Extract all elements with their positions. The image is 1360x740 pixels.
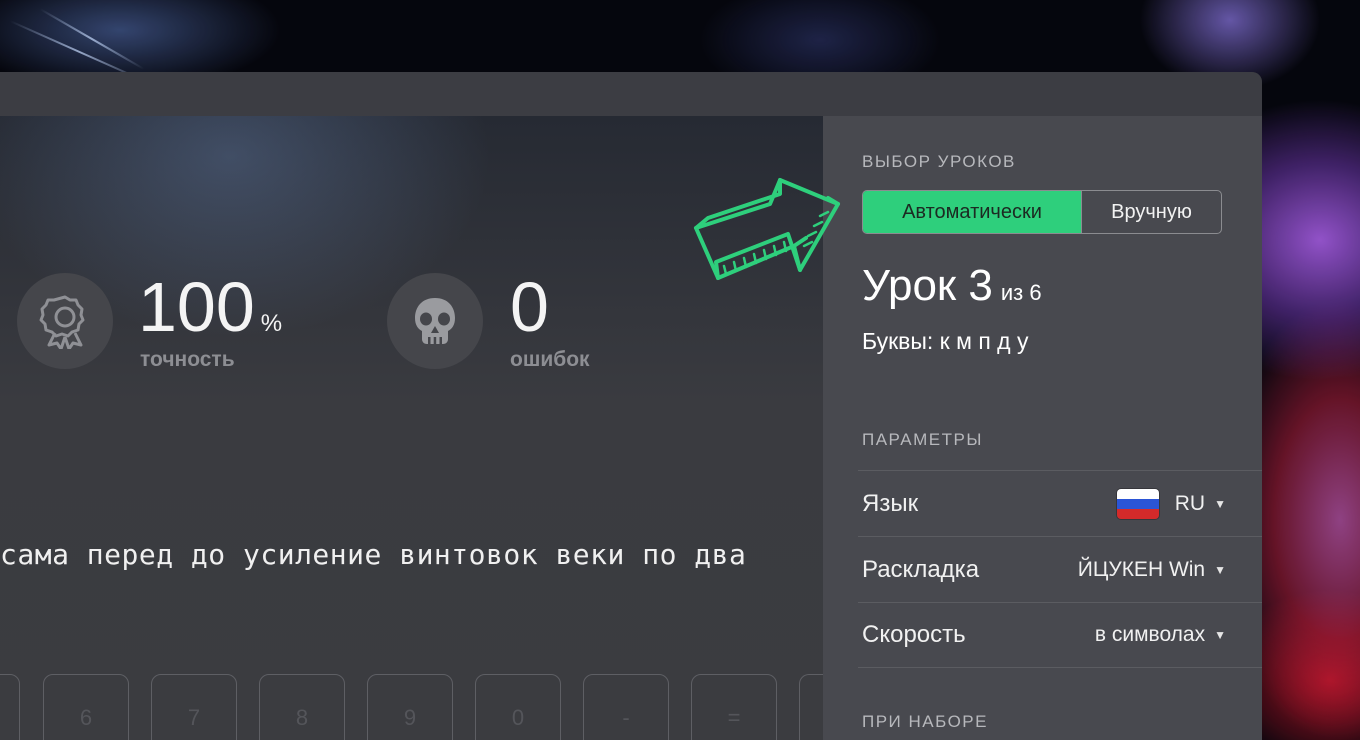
accuracy-label: точность xyxy=(140,348,235,371)
layout-select[interactable]: ЙЦУКЕН Win ▼ xyxy=(1078,558,1226,582)
wallpaper-streak xyxy=(39,8,145,70)
accuracy-number: 100 xyxy=(138,268,255,346)
hand-drawn-arrow-icon xyxy=(694,178,840,280)
language-select[interactable]: RU ▼ xyxy=(1116,488,1226,519)
accuracy-unit: % xyxy=(260,310,283,337)
speed-row[interactable]: Скорость в символах ▼ xyxy=(858,602,1262,668)
russia-flag-icon xyxy=(1116,488,1159,519)
language-label: Язык xyxy=(862,489,919,517)
keyboard-key[interactable]: = xyxy=(691,674,777,740)
dropdown-caret-icon: ▼ xyxy=(1214,628,1226,642)
title-bar[interactable] xyxy=(0,72,1262,116)
lesson-title: Урок 3 xyxy=(862,261,993,310)
keyboard-key[interactable]: 0 xyxy=(475,674,561,740)
typing-section-title: ПРИ НАБОРЕ xyxy=(862,712,988,731)
errors-icon-circle xyxy=(387,273,483,369)
keyboard-key-partial[interactable] xyxy=(0,674,20,740)
accuracy-icon-circle xyxy=(17,273,113,369)
errors-value: 0 xyxy=(510,268,549,346)
keyboard-key[interactable]: 8 xyxy=(259,674,345,740)
speed-select[interactable]: в символах ▼ xyxy=(1095,623,1226,647)
auto-mode-button[interactable]: Автоматически xyxy=(863,191,1081,233)
manual-mode-button[interactable]: Вручную xyxy=(1081,191,1221,233)
errors-label: ошибок xyxy=(510,348,590,371)
keyboard-key[interactable]: 6 xyxy=(43,674,129,740)
keyboard-key[interactable]: - xyxy=(583,674,669,740)
lesson-letters: Буквы: к м п д у xyxy=(862,328,1029,354)
accuracy-value: 100% xyxy=(138,272,282,342)
keyboard-key-partial[interactable] xyxy=(799,674,823,740)
params-title: ПАРАМЕТРЫ xyxy=(862,430,983,449)
lesson-mode-toggle: Автоматически Вручную xyxy=(862,190,1222,234)
lesson-selection-title: ВЫБОР УРОКОВ xyxy=(862,152,1016,171)
speed-value: в символах xyxy=(1094,623,1206,646)
language-value: RU xyxy=(1174,491,1206,515)
layout-value: ЙЦУКЕН Win xyxy=(1077,557,1206,581)
layout-label: Раскладка xyxy=(862,555,980,583)
dropdown-caret-icon: ▼ xyxy=(1214,496,1226,511)
lesson-heading: Урок 3 из 6 xyxy=(862,264,1042,308)
typing-text[interactable]: сама перед до усиление винтовок веки по … xyxy=(0,538,823,571)
layout-row[interactable]: Раскладка ЙЦУКЕН Win ▼ xyxy=(858,536,1262,602)
medal-icon xyxy=(39,295,85,349)
language-row[interactable]: Язык RU ▼ xyxy=(858,470,1262,536)
lesson-count: из 6 xyxy=(1000,280,1042,305)
speed-label: Скорость xyxy=(862,621,966,648)
keyboard-key[interactable]: 9 xyxy=(367,674,453,740)
keyboard-key[interactable]: 7 xyxy=(151,674,237,740)
dropdown-caret-icon: ▼ xyxy=(1214,562,1226,577)
skull-icon xyxy=(415,298,455,344)
